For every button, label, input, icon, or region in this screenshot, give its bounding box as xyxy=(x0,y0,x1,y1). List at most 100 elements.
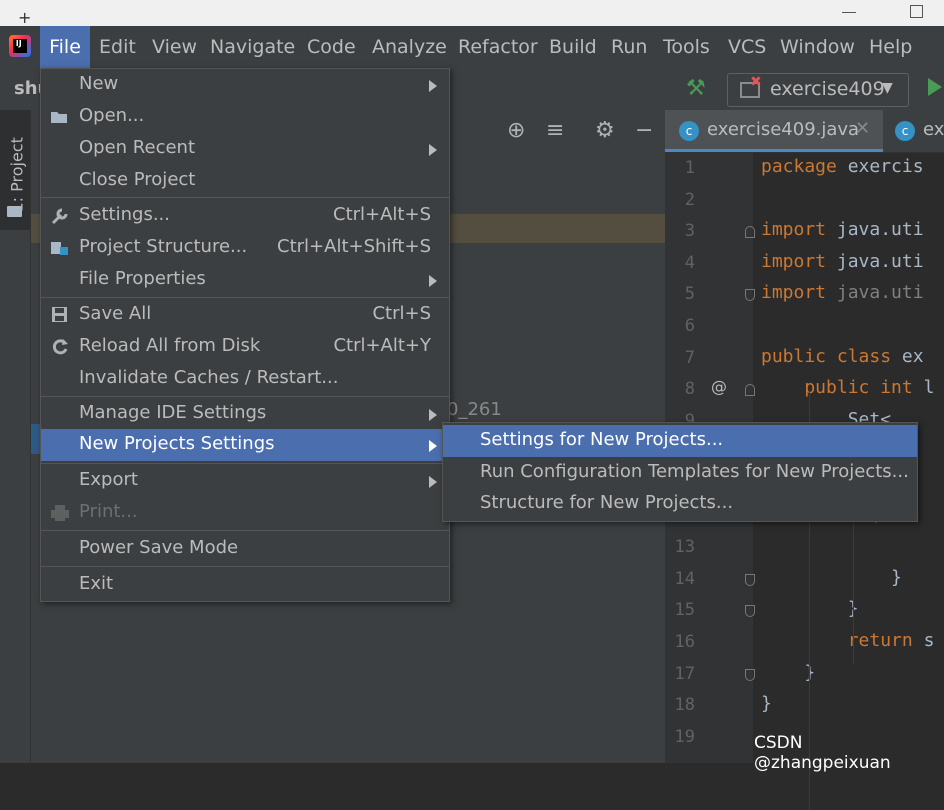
minimize-button[interactable] xyxy=(842,12,856,13)
code-line: public class ex xyxy=(761,346,924,367)
menu-item-new[interactable]: New xyxy=(41,69,449,101)
menu-run[interactable]: Run xyxy=(611,26,647,68)
line-number: 13 xyxy=(674,537,695,558)
gear-icon[interactable]: ⚙ xyxy=(595,118,615,143)
menu-item-settings[interactable]: Settings... Ctrl+Alt+S xyxy=(41,200,449,232)
submenu-item-structure-for-new-projects[interactable]: Structure for New Projects... xyxy=(443,488,917,520)
line-number: 6 xyxy=(684,316,695,336)
line-number: 19 xyxy=(674,726,695,747)
menu-separator xyxy=(41,297,449,298)
menu-item-label: Settings... xyxy=(79,204,170,225)
project-tool-tab[interactable]: 1: Project xyxy=(0,110,30,230)
menu-separator xyxy=(41,197,449,198)
hide-panel-icon[interactable]: − xyxy=(635,118,653,143)
menu-item-label: Save All xyxy=(79,303,152,324)
menu-item-file-properties[interactable]: File Properties xyxy=(41,264,449,296)
submenu-arrow-icon xyxy=(429,275,437,287)
menu-view[interactable]: View xyxy=(152,26,197,68)
code-line: return s xyxy=(761,630,935,651)
submenu-arrow-icon xyxy=(429,80,437,92)
submenu-item-settings-for-new-projects[interactable]: Settings for New Projects... xyxy=(443,425,917,457)
code-line: import java.uti xyxy=(761,282,924,303)
submenu-item-run-config-templates[interactable]: Run Configuration Templates for New Proj… xyxy=(443,457,917,489)
menu-item-label: New xyxy=(79,73,119,94)
menu-separator xyxy=(41,530,449,531)
menu-item-label: New Projects Settings xyxy=(79,433,275,454)
menu-item-save-all[interactable]: Save All Ctrl+S xyxy=(41,299,449,331)
menu-help[interactable]: Help xyxy=(869,26,912,68)
override-marker-icon[interactable]: @ xyxy=(711,377,727,396)
menu-shortcut: Ctrl+Alt+Y xyxy=(333,335,431,356)
menu-item-reload[interactable]: Reload All from Disk Ctrl+Alt+Y xyxy=(41,331,449,363)
fold-marker-icon[interactable] xyxy=(745,384,755,397)
line-number: 8 xyxy=(684,379,695,400)
menu-item-open[interactable]: Open... xyxy=(41,101,449,133)
menu-item-label: Exit xyxy=(79,573,114,594)
fold-marker-icon[interactable] xyxy=(745,573,755,586)
menu-item-open-recent[interactable]: Open Recent xyxy=(41,133,449,165)
locate-crosshair-icon[interactable]: ⊕ xyxy=(507,118,525,143)
wrench-icon xyxy=(51,208,68,225)
code-line: } xyxy=(761,693,772,714)
code-keyword: return xyxy=(761,630,924,651)
menu-item-power-save-mode[interactable]: Power Save Mode xyxy=(41,533,449,565)
menu-item-project-structure[interactable]: Project Structure... Ctrl+Alt+Shift+S xyxy=(41,232,449,264)
collapse-all-icon[interactable]: ≡ xyxy=(546,118,564,143)
new-projects-settings-submenu: Settings for New Projects... Run Configu… xyxy=(442,422,918,522)
project-structure-icon xyxy=(51,242,68,255)
line-number: 2 xyxy=(684,189,695,210)
menu-item-close-project[interactable]: Close Project xyxy=(41,165,449,197)
menu-item-new-projects-settings[interactable]: New Projects Settings xyxy=(41,429,449,461)
menu-item-exit[interactable]: Exit xyxy=(41,569,449,601)
code-line: import java.uti xyxy=(761,251,924,272)
line-number: 16 xyxy=(674,632,695,652)
menu-build[interactable]: Build xyxy=(549,26,597,68)
menu-analyze[interactable]: Analyze xyxy=(372,26,447,68)
menu-file[interactable]: File xyxy=(40,26,90,68)
menu-code[interactable]: Code xyxy=(307,26,356,68)
menu-item-manage-ide-settings[interactable]: Manage IDE Settings xyxy=(41,398,449,430)
menu-item-label: Manage IDE Settings xyxy=(79,402,267,423)
code-text: exercis xyxy=(847,156,924,177)
menu-separator xyxy=(41,566,449,567)
left-tool-strip: 1: Project xyxy=(0,110,31,763)
menu-window[interactable]: Window xyxy=(780,26,855,68)
code-text: java.uti xyxy=(836,282,924,304)
java-class-icon: c xyxy=(679,121,699,141)
menu-item-label: File Properties xyxy=(79,268,206,289)
line-number: 1 xyxy=(684,158,695,178)
fold-marker-icon[interactable] xyxy=(745,605,755,618)
chevron-down-icon: ▼ xyxy=(882,80,893,96)
build-hammer-icon[interactable]: ⚒ xyxy=(686,76,706,101)
menu-shortcut: Ctrl+Alt+S xyxy=(333,204,431,225)
menu-item-label: Open Recent xyxy=(79,137,196,158)
menu-item-invalidate-caches[interactable]: Invalidate Caches / Restart... xyxy=(41,363,449,395)
tab-exercise409[interactable]: c exercise409.java ✕ xyxy=(665,110,883,152)
menu-item-export[interactable]: Export xyxy=(41,465,449,497)
java-class-icon: c xyxy=(895,121,915,141)
code-text: l xyxy=(923,377,935,399)
close-icon[interactable]: ✕ xyxy=(855,118,870,139)
folder-icon xyxy=(7,206,22,217)
tree-item-partial-text: 0_261 xyxy=(447,399,502,420)
fold-marker-icon[interactable] xyxy=(745,289,755,302)
menu-edit[interactable]: Edit xyxy=(99,26,136,68)
line-number: 14 xyxy=(674,568,695,589)
code-keyword: import xyxy=(761,282,837,304)
maximize-button[interactable] xyxy=(910,5,923,18)
submenu-arrow-icon xyxy=(429,440,437,452)
code-text: java.uti xyxy=(836,250,924,272)
fold-marker-icon[interactable] xyxy=(745,668,755,681)
code-line: import java.uti xyxy=(761,219,924,240)
menu-navigate[interactable]: Navigate xyxy=(210,26,295,68)
save-disk-icon xyxy=(52,307,67,322)
menu-tools[interactable]: Tools xyxy=(663,26,710,68)
code-keyword: public class xyxy=(761,345,902,367)
menu-refactor[interactable]: Refactor xyxy=(458,26,538,68)
run-configuration-selector[interactable]: ✖ exercise409 ▼ xyxy=(727,73,909,107)
run-play-icon[interactable] xyxy=(928,78,942,96)
fold-marker-icon[interactable] xyxy=(745,226,755,239)
menu-item-label: Print... xyxy=(79,501,138,522)
tab-label: exe xyxy=(923,119,944,140)
menu-vcs[interactable]: VCS xyxy=(728,26,766,68)
